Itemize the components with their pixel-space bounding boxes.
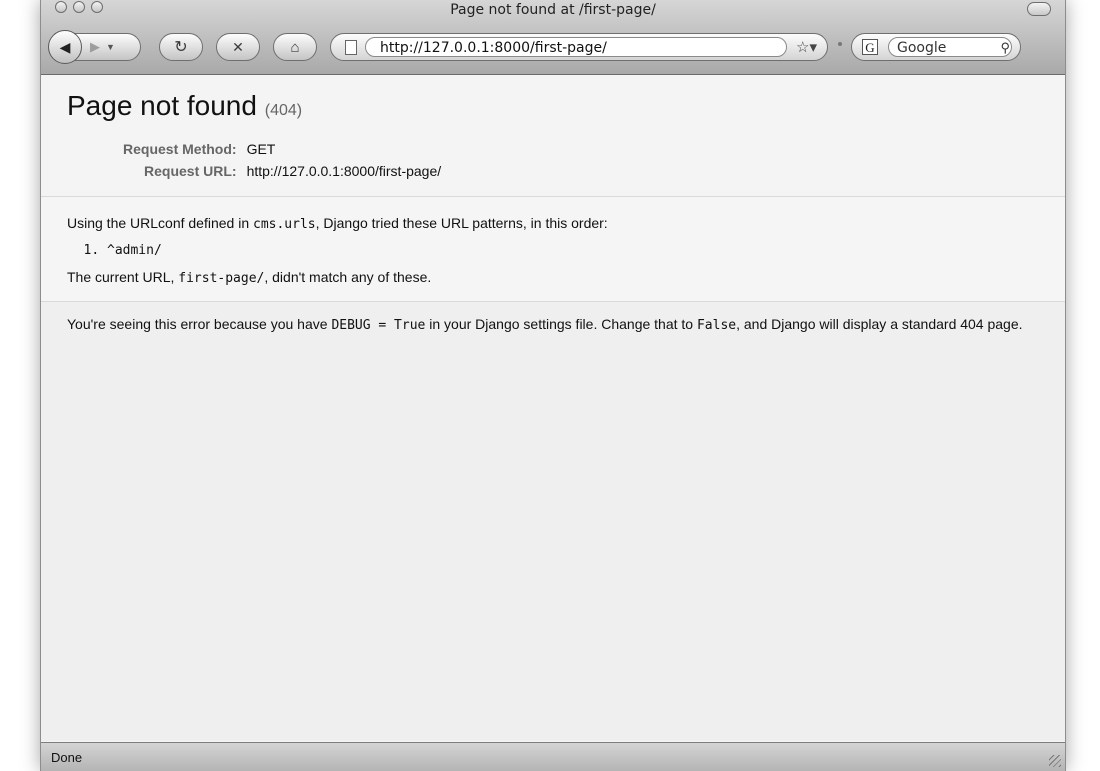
- false-value: False: [696, 318, 737, 333]
- search-bar: G Google ⚲: [851, 33, 1021, 61]
- url-pattern-item: ^admin/: [107, 241, 1039, 261]
- urlconf-name: cms.urls: [253, 217, 316, 232]
- status-text: Done: [51, 750, 83, 765]
- current-suffix: , didn't match any of these.: [264, 269, 432, 285]
- search-icon[interactable]: ⚲: [1000, 38, 1010, 58]
- request-method-row: Request Method: GET: [123, 138, 441, 160]
- url-input[interactable]: http://127.0.0.1:8000/first-page/: [365, 37, 787, 57]
- title-bar: Page not found at /first-page/ ◀ ▶ ▼ ↻ ✕…: [41, 0, 1065, 75]
- address-bar: http://127.0.0.1:8000/first-page/ ☆▾: [330, 33, 828, 61]
- debug-explanation: You're seeing this error because you hav…: [41, 302, 1065, 348]
- search-input[interactable]: Google: [888, 37, 1012, 57]
- back-arrow-icon: ◀: [59, 38, 71, 55]
- request-url-label: Request URL:: [144, 163, 237, 179]
- page-title: Page not found (404): [67, 89, 1039, 128]
- toolbar-toggle-button[interactable]: [1027, 2, 1051, 16]
- request-meta-table: Request Method: GET Request URL: http://…: [123, 138, 441, 182]
- current-prefix: The current URL,: [67, 269, 179, 285]
- request-url-row: Request URL: http://127.0.0.1:8000/first…: [123, 160, 441, 182]
- window-title: Page not found at /first-page/: [450, 2, 656, 18]
- explanation-prefix: You're seeing this error because you hav…: [67, 316, 332, 332]
- reload-button[interactable]: ↻: [159, 33, 203, 61]
- reload-icon: ↻: [174, 39, 188, 56]
- page-content: Page not found (404) Request Method: GET…: [41, 75, 1065, 741]
- status-bar: Done: [41, 742, 1065, 771]
- back-forward-control: ◀ ▶ ▼: [48, 30, 141, 64]
- browser-window: Page not found at /first-page/ ◀ ▶ ▼ ↻ ✕…: [40, 0, 1066, 771]
- current-url: first-page/: [178, 271, 265, 286]
- back-button[interactable]: ◀: [48, 30, 82, 64]
- status-code: (404): [264, 102, 303, 119]
- page-icon: [345, 40, 357, 55]
- urlconf-description: Using the URLconf defined in cms.urls, D…: [67, 213, 1039, 235]
- history-dropdown-icon[interactable]: ▼: [106, 42, 115, 52]
- home-button[interactable]: ⌂: [273, 33, 317, 61]
- debug-setting: DEBUG = True: [331, 318, 426, 333]
- explanation-middle: in your Django settings file. Change tha…: [425, 316, 697, 332]
- info-prefix: Using the URLconf defined in: [67, 215, 253, 231]
- resize-handle-dot[interactable]: [838, 42, 842, 46]
- bookmark-star-icon[interactable]: ☆▾: [796, 38, 817, 56]
- google-engine-icon[interactable]: G: [862, 39, 878, 55]
- request-method-value: GET: [246, 141, 276, 157]
- summary-section: Page not found (404) Request Method: GET…: [41, 75, 1065, 197]
- url-pattern-list: ^admin/: [67, 241, 1039, 261]
- info-suffix: , Django tried these URL patterns, in th…: [315, 215, 608, 231]
- page-heading-text: Page not found: [67, 90, 257, 121]
- stop-button[interactable]: ✕: [216, 33, 260, 61]
- current-url-message: The current URL, first-page/, didn't mat…: [67, 267, 1039, 289]
- forward-arrow-icon: ▶: [90, 39, 100, 54]
- urlconf-info-section: Using the URLconf defined in cms.urls, D…: [41, 197, 1065, 302]
- explanation-suffix: , and Django will display a standard 404…: [736, 316, 1023, 332]
- resize-grip-icon[interactable]: [1049, 755, 1061, 767]
- request-method-label: Request Method:: [123, 141, 237, 157]
- home-icon: ⌂: [290, 38, 300, 56]
- stop-icon: ✕: [232, 38, 244, 55]
- forward-button[interactable]: ▶: [90, 39, 100, 55]
- request-url-value: http://127.0.0.1:8000/first-page/: [246, 163, 442, 179]
